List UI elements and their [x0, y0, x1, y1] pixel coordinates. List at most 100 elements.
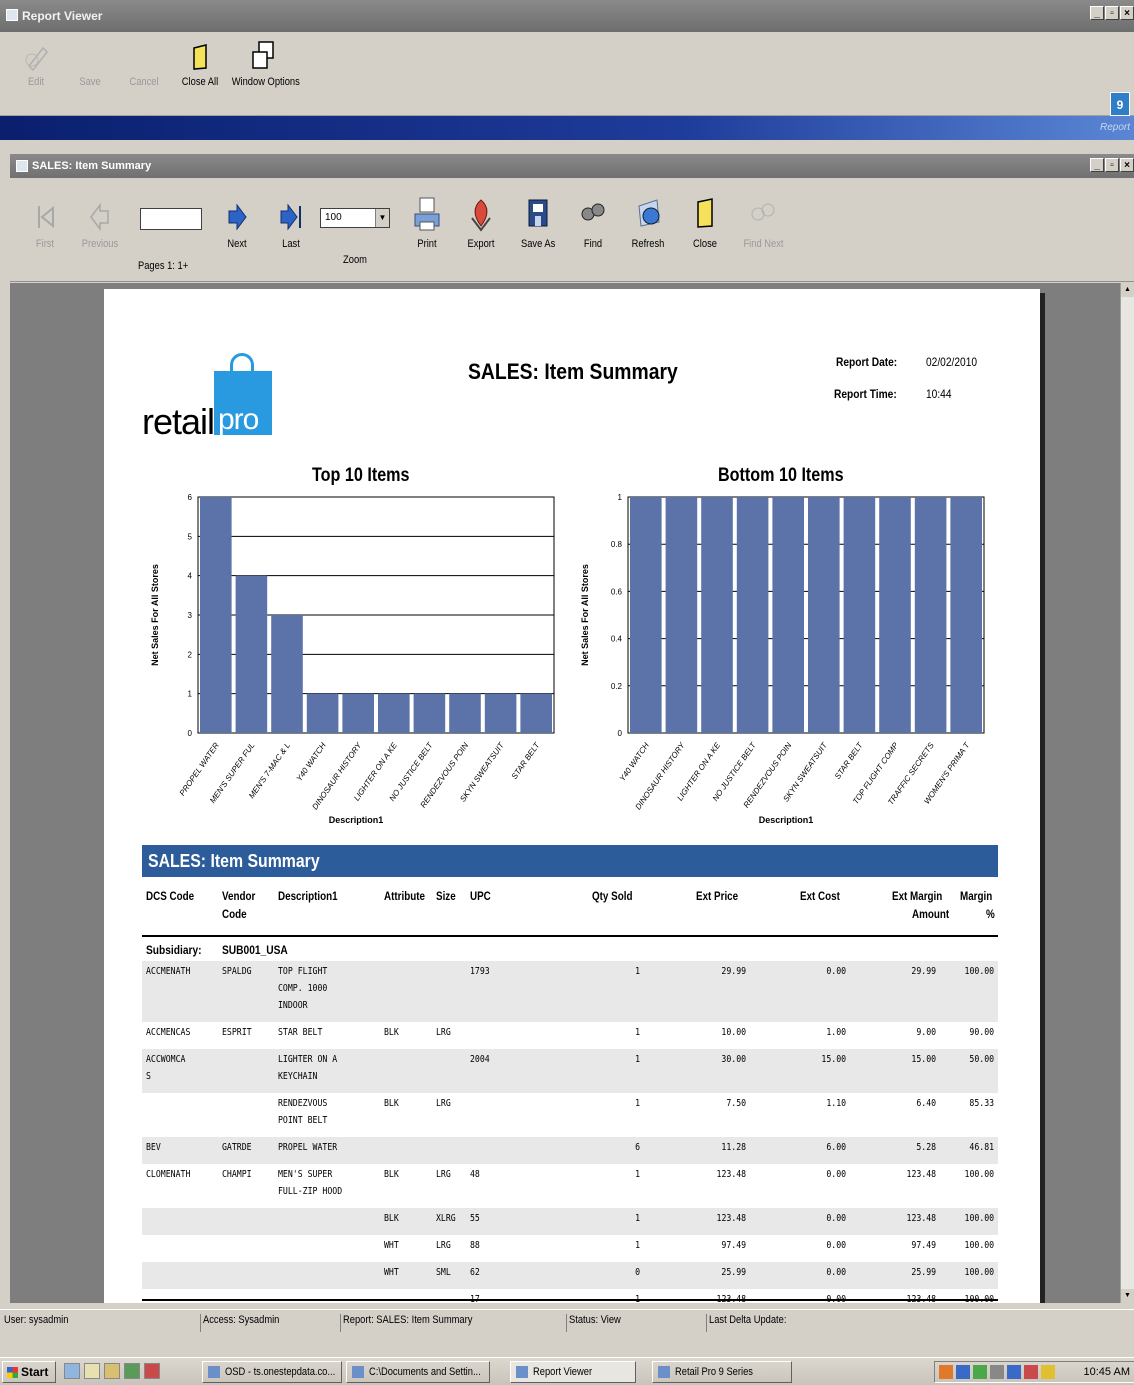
explorer-quicklaunch-icon[interactable] [104, 1363, 120, 1379]
save-as-button[interactable]: Save As [518, 196, 558, 250]
find-next-button[interactable]: Find Next [740, 196, 786, 250]
report-toolbar: First Previous Pages 1: 1+ Next Last 100… [10, 178, 1134, 282]
cell-attr: BLK [384, 1169, 399, 1180]
col-size: Size [436, 889, 456, 903]
arrow-right-icon [228, 203, 247, 231]
cell-upc: 1793 [470, 966, 490, 977]
binoculars-icon [581, 203, 605, 221]
report-restore-button[interactable]: ▫ [1105, 158, 1119, 172]
bar [914, 497, 947, 733]
bar [200, 497, 232, 733]
bar [736, 497, 769, 733]
tray-icon[interactable] [1007, 1365, 1021, 1379]
export-button[interactable]: Export [464, 196, 498, 250]
bar [808, 497, 840, 733]
cell-desc: MEN'S SUPER FULL-ZIP HOOD [278, 1169, 343, 1197]
cell-pct: 100.00 [964, 966, 994, 977]
top-chart-title: Top 10 Items [312, 465, 410, 486]
cell-dcs: ACCMENCAS [146, 1027, 191, 1038]
close-all-button[interactable]: Close All [176, 42, 224, 88]
scroll-up-icon[interactable]: ▲ [1121, 283, 1134, 297]
save-button[interactable]: Save [74, 42, 106, 88]
cancel-button[interactable]: Cancel [124, 42, 164, 88]
task-documents[interactable]: C:\Documents and Settin... [346, 1361, 490, 1383]
first-page-button[interactable]: First [30, 200, 60, 250]
cell-size: LRG [436, 1098, 451, 1109]
zoom-select[interactable]: 100 ▼ [320, 208, 390, 228]
y-tick-label: 0.8 [611, 540, 623, 549]
cell-desc: STAR BELT [278, 1027, 323, 1038]
printer-icon [414, 197, 440, 231]
cell-pct: 100.00 [964, 1213, 994, 1224]
top-10-chart: 0123456PROPEL WATERMEN'S SUPER FULMEN'S … [150, 493, 555, 825]
scroll-down-icon[interactable]: ▼ [1121, 1289, 1134, 1303]
cell-attr: WHT [384, 1240, 399, 1251]
col-vendor-code: Code [222, 907, 247, 921]
tray-icon[interactable] [1024, 1365, 1038, 1379]
status-delta-update: Last Delta Update: [706, 1314, 1006, 1332]
cell-dcs: ACCWOMCA S [146, 1054, 186, 1082]
page-number-input[interactable] [140, 208, 202, 230]
vertical-scrollbar[interactable]: ▲ ▼ [1120, 283, 1134, 1303]
tray-icon[interactable] [1041, 1365, 1055, 1379]
last-page-button[interactable]: Last [276, 200, 306, 250]
ie-quicklaunch-icon[interactable] [64, 1363, 80, 1379]
status-report: Report: SALES: Item Summary [340, 1314, 566, 1332]
x-tick-label: STAR BELT [510, 740, 542, 781]
corner-badge[interactable]: 9 [1110, 92, 1130, 116]
cell-price: 123.48 [716, 1213, 746, 1224]
cell-margin: 123.48 [906, 1213, 936, 1224]
next-page-button[interactable]: Next [222, 200, 252, 250]
bottom-10-chart: 00.20.40.60.81Y40 WATCHDINOSAUR HISTORYL… [580, 493, 985, 825]
close-report-button[interactable]: Close [690, 196, 720, 250]
window-controls: _ ▫ × [1090, 6, 1134, 20]
cell-qty: 1 [635, 966, 640, 977]
bar [271, 615, 303, 733]
app-quicklaunch-icon[interactable] [124, 1363, 140, 1379]
main-toolbar: Edit Save Cancel Close All Window Option… [0, 32, 1134, 116]
task-report-viewer[interactable]: Report Viewer [510, 1361, 636, 1383]
table-row: BLK XLRG 55 1 123.48 0.00 123.48 100.00 [142, 1208, 998, 1235]
cell-attr: BLK [384, 1213, 399, 1224]
col-upc: UPC [470, 889, 491, 903]
task-retail-pro[interactable]: Retail Pro 9 Series [652, 1361, 792, 1383]
edit-button[interactable]: Edit [18, 42, 54, 88]
report-viewport[interactable]: retail pro SALES: Item Summary Report Da… [10, 283, 1134, 1305]
print-button[interactable]: Print [410, 196, 444, 250]
report-minimize-button[interactable]: _ [1090, 158, 1104, 172]
folder-quicklaunch-icon[interactable] [84, 1363, 100, 1379]
cell-vendor: ESPRIT [222, 1027, 252, 1038]
report-time-value: 10:44 [926, 387, 952, 401]
cell-attr: BLK [384, 1098, 399, 1109]
page-count-label: Pages 1: 1+ [138, 260, 189, 272]
system-tray: 10:45 AM [934, 1361, 1134, 1383]
minimize-button[interactable]: _ [1090, 6, 1104, 20]
close-button[interactable]: × [1120, 6, 1134, 20]
taskbar: Start OSD - ts.onestepdata.co... C:\Docu… [0, 1357, 1134, 1385]
cell-cost: 1.10 [826, 1098, 846, 1109]
col-qty-sold: Qty Sold [592, 889, 633, 903]
cell-price: 11.28 [721, 1142, 746, 1153]
dropdown-arrow-icon: ▼ [375, 209, 389, 227]
cell-dcs: CLOMENATH [146, 1169, 191, 1180]
section-title: SALES: Item Summary [148, 851, 320, 871]
cell-pct: 50.00 [969, 1054, 994, 1065]
table-row: ACCWOMCA S LIGHTER ON A KEYCHAIN 2004 1 30.0… [142, 1049, 998, 1093]
window-options-button[interactable]: Window Options [226, 40, 302, 88]
report-close-button[interactable]: × [1120, 158, 1134, 172]
cell-pct: 90.00 [969, 1027, 994, 1038]
task-osd[interactable]: OSD - ts.onestepdata.co... [202, 1361, 342, 1383]
refresh-button[interactable]: Refresh [628, 192, 668, 250]
table-footer-rule [142, 1299, 998, 1301]
previous-page-button[interactable]: Previous [78, 200, 122, 250]
tray-icon[interactable] [939, 1365, 953, 1379]
restore-button[interactable]: ▫ [1105, 6, 1119, 20]
start-button[interactable]: Start [2, 1361, 56, 1383]
tray-icon[interactable] [956, 1365, 970, 1379]
tray-icon[interactable] [973, 1365, 987, 1379]
tray-icon[interactable] [990, 1365, 1004, 1379]
tool-quicklaunch-icon[interactable] [144, 1363, 160, 1379]
bar [306, 693, 339, 733]
cell-cost: 0.00 [826, 1213, 846, 1224]
find-button[interactable]: Find [578, 196, 608, 250]
